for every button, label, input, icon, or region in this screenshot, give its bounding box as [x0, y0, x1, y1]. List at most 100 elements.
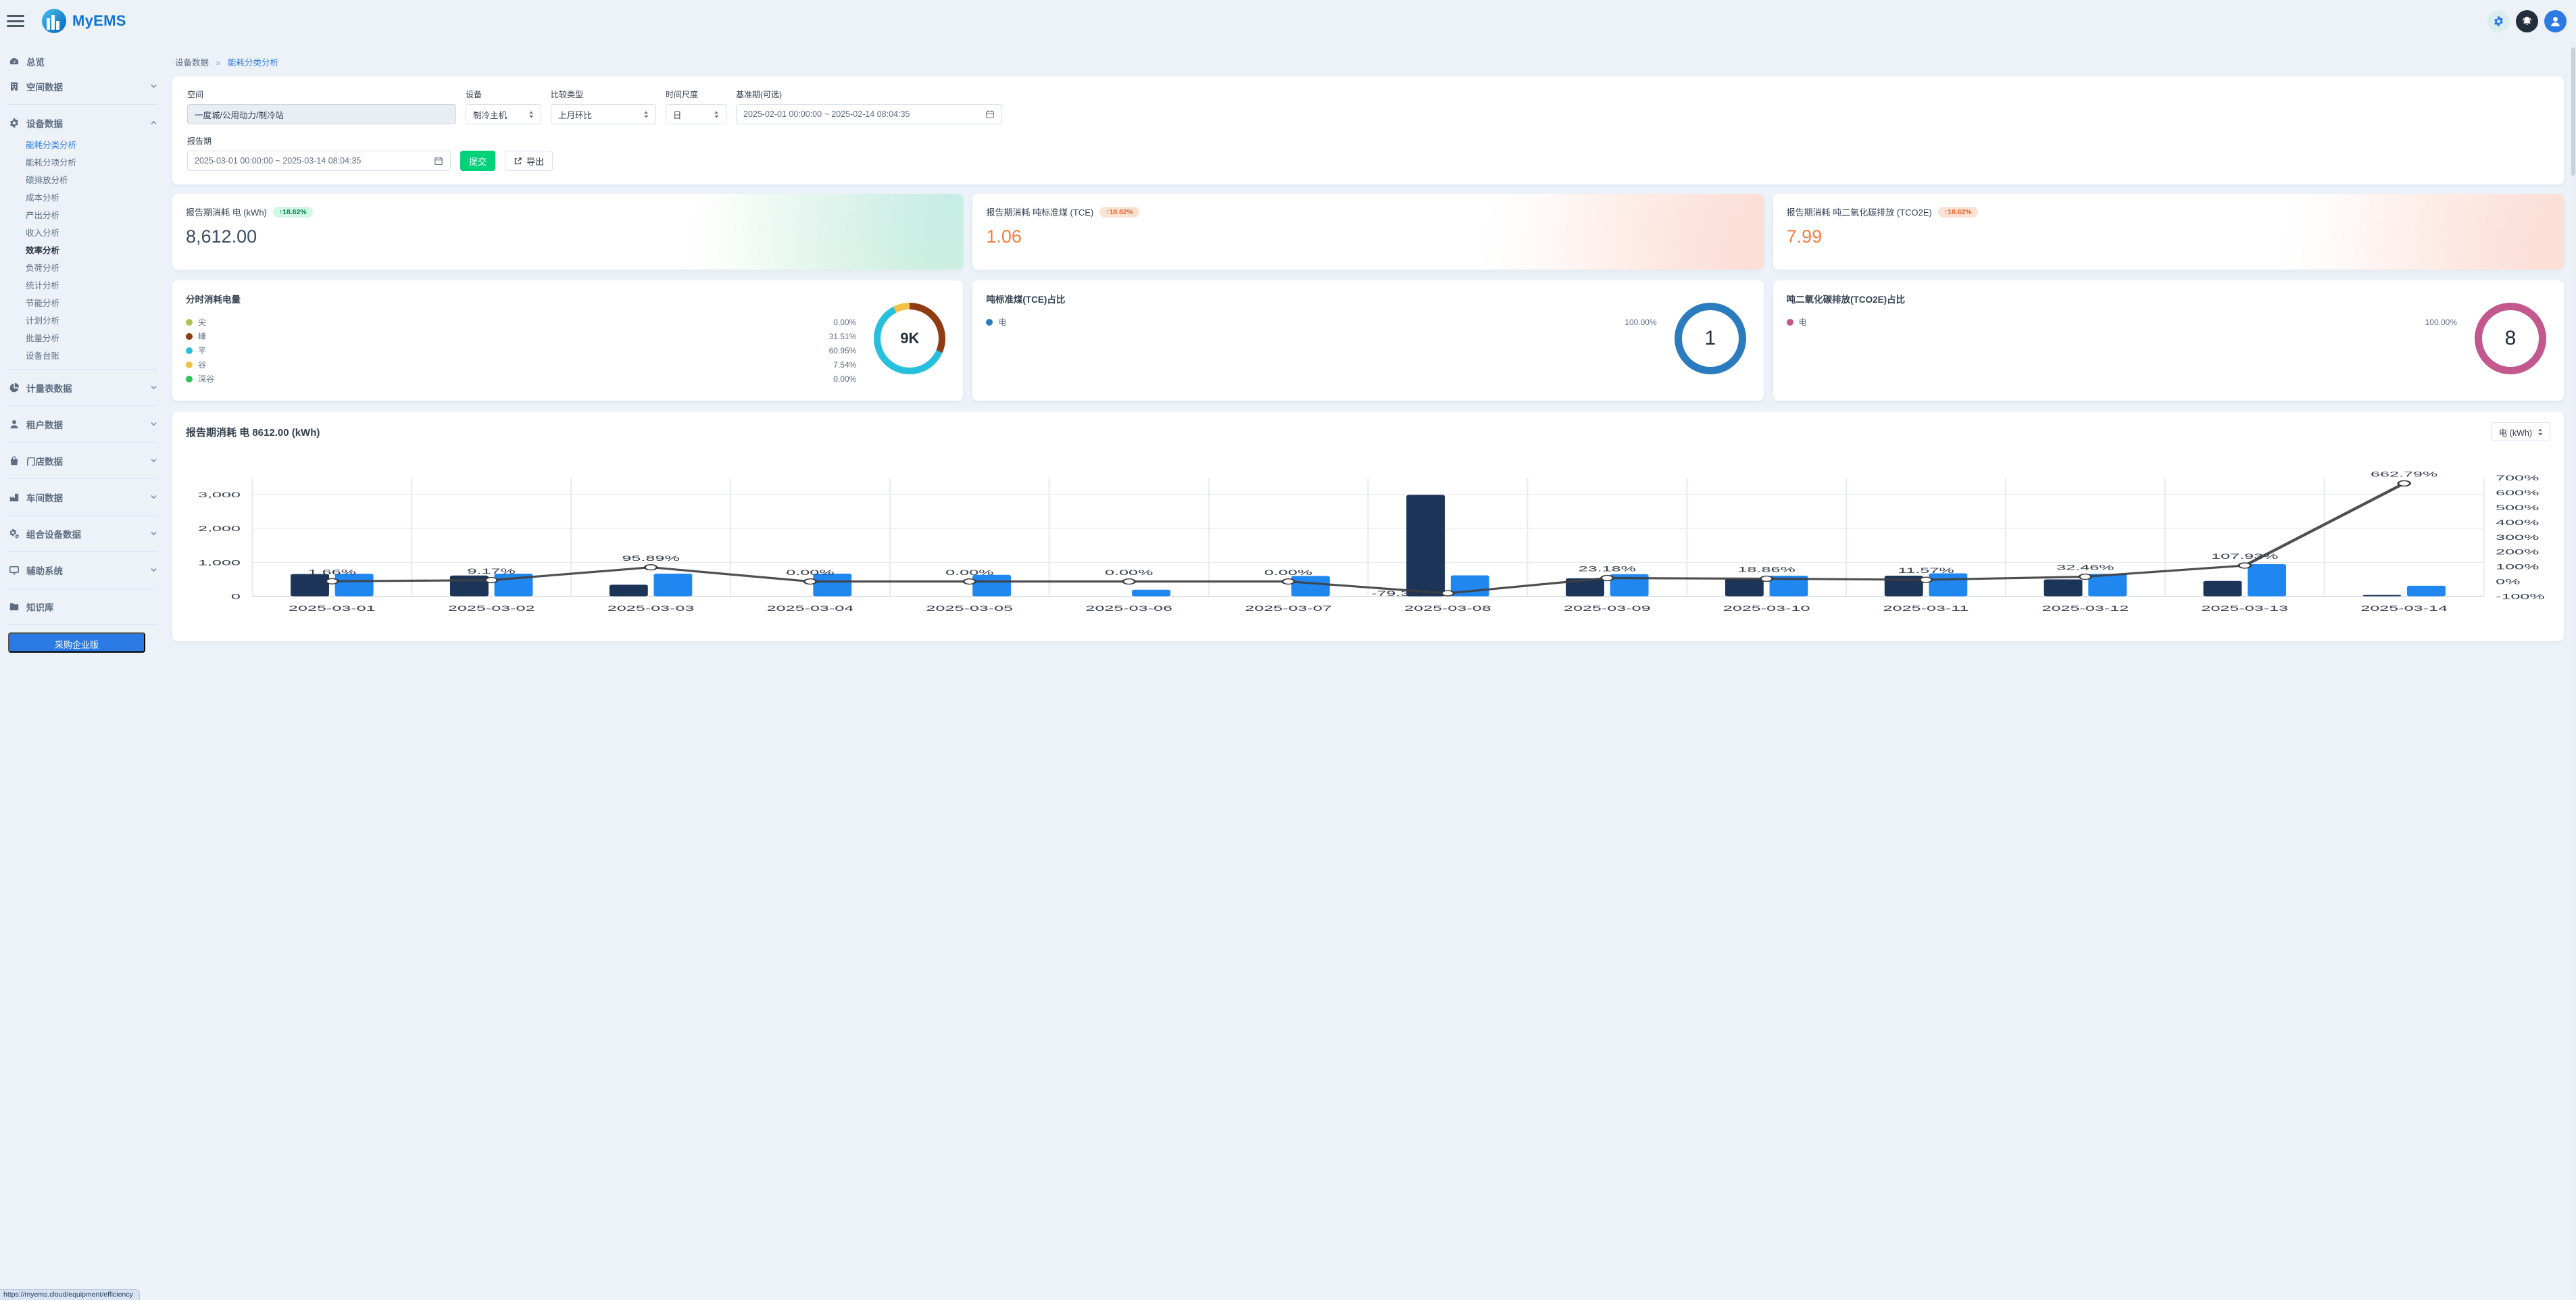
bar-report[interactable]: [335, 574, 374, 596]
line-marker[interactable]: [2079, 574, 2091, 580]
bar-base[interactable]: [1406, 495, 1445, 596]
legend-dot-icon: [186, 333, 193, 340]
space-input[interactable]: 一度城/公用动力/制冷站: [187, 104, 456, 124]
bar-line-chart[interactable]: 1.66%9.17%95.89%0.00%0.00%0.00%0.00%-79.…: [186, 447, 2550, 620]
sidebar-item[interactable]: 空间数据: [0, 74, 166, 99]
line-marker[interactable]: [326, 578, 338, 584]
sidebar-item[interactable]: 租户数据: [0, 411, 166, 436]
legend-row[interactable]: 电 100.00%: [986, 315, 1656, 329]
factory-icon: [8, 491, 20, 503]
equipment-select[interactable]: 制冷主机: [466, 104, 541, 124]
sidebar-item[interactable]: 组合设备数据: [0, 521, 166, 546]
sidebar-subitem-label: 能耗分类分析: [26, 138, 76, 151]
sidebar-subitem[interactable]: 节能分析: [0, 293, 166, 311]
sidebar-item[interactable]: 知识库: [0, 594, 166, 619]
line-marker[interactable]: [1283, 579, 1294, 584]
sidebar-subitem[interactable]: 负荷分析: [0, 258, 166, 276]
bar-report[interactable]: [2088, 574, 2127, 596]
sidebar-subitem[interactable]: 效率分析: [0, 241, 166, 258]
breadcrumb-parent[interactable]: 设备数据: [175, 58, 209, 68]
line-marker[interactable]: [2398, 480, 2410, 486]
legend-row[interactable]: 平 60.95%: [186, 343, 856, 357]
legend-row[interactable]: 尖 0.00%: [186, 315, 856, 329]
donut-legend: 电 100.00%: [986, 315, 1656, 329]
bar-report[interactable]: [1929, 574, 1967, 597]
sidebar-subitem[interactable]: 收入分析: [0, 223, 166, 241]
bar-report[interactable]: [813, 574, 851, 597]
gear-icon: [2493, 16, 2504, 27]
left-axis-tick: 0: [231, 593, 241, 601]
sidebar-item[interactable]: 总览: [0, 49, 166, 74]
base-period-input[interactable]: 2025-02-01 00:00:00 ~ 2025-02-14 08:04:3…: [736, 104, 1002, 124]
legend-row[interactable]: 峰 31.51%: [186, 329, 856, 343]
bar-report[interactable]: [653, 574, 692, 597]
line-marker[interactable]: [1442, 591, 1454, 596]
sidebar-subitem[interactable]: 碳排放分析: [0, 170, 166, 188]
notifications-button[interactable]: [2516, 10, 2538, 32]
bar-base[interactable]: [2044, 579, 2083, 596]
space-label: 空间: [187, 89, 456, 100]
equipment-label: 设备: [466, 89, 541, 100]
bar-report[interactable]: [2248, 564, 2286, 597]
scrollbar-thumb[interactable]: [2571, 47, 2575, 176]
sidebar-subitem[interactable]: 能耗分类分析: [0, 135, 166, 153]
line-marker[interactable]: [1760, 576, 1772, 582]
bar-report[interactable]: [1291, 576, 1330, 596]
sidebar-item[interactable]: 车间数据: [0, 484, 166, 509]
donut-chart[interactable]: 9K: [874, 303, 945, 374]
legend-percent: 31.51%: [829, 332, 857, 341]
chevron-down-icon: [150, 420, 157, 428]
comparison-type-select[interactable]: 上月环比: [551, 104, 656, 124]
reporting-period-input[interactable]: 2025-03-01 00:00:00 ~ 2025-03-14 08:04:3…: [187, 151, 451, 171]
bar-report[interactable]: [2407, 586, 2446, 597]
chart-unit-select[interactable]: 电 (kWh): [2492, 422, 2550, 441]
sidebar-subitem[interactable]: 产出分析: [0, 205, 166, 223]
sidebar-item[interactable]: 设备数据: [0, 110, 166, 135]
line-marker[interactable]: [1920, 577, 1931, 582]
hamburger-menu-icon[interactable]: [7, 15, 24, 27]
bar-report[interactable]: [1132, 590, 1170, 597]
bar-report[interactable]: [972, 575, 1011, 597]
buy-enterprise-button[interactable]: 采购企业版: [8, 632, 145, 653]
donut-legend: 尖 0.00% 峰 31.51% 平 60.95% 谷 7.54% 深谷 0.0…: [186, 315, 856, 386]
line-marker[interactable]: [804, 579, 816, 584]
sidebar-subitem[interactable]: 批量分析: [0, 328, 166, 346]
line-marker[interactable]: [1602, 576, 1613, 581]
base-period-label: 基准期(可选): [736, 89, 1002, 100]
brand-logo[interactable]: MyEMS: [42, 9, 126, 33]
breadcrumb-current[interactable]: 能耗分类分析: [228, 58, 278, 68]
donut-chart[interactable]: 1: [1675, 303, 1746, 374]
sidebar-subitem[interactable]: 设备台账: [0, 346, 166, 364]
line-marker[interactable]: [645, 565, 656, 570]
donut-chart[interactable]: 8: [2475, 303, 2546, 374]
user-avatar-button[interactable]: [2544, 10, 2567, 32]
settings-button[interactable]: [2487, 10, 2510, 32]
donut-center-value: 8: [2475, 303, 2546, 374]
bell-icon: [2521, 16, 2533, 27]
line-marker[interactable]: [1123, 579, 1135, 584]
period-type-select[interactable]: 日: [666, 104, 726, 124]
bar-base[interactable]: [291, 574, 329, 597]
submit-button[interactable]: 提交: [460, 151, 495, 171]
bar-base[interactable]: [450, 576, 489, 597]
bar-base[interactable]: [1725, 579, 1764, 597]
sidebar-item[interactable]: 辅助系统: [0, 557, 166, 582]
line-marker[interactable]: [485, 578, 497, 583]
sidebar-item[interactable]: 门店数据: [0, 448, 166, 473]
line-marker[interactable]: [2239, 563, 2250, 568]
sidebar-subitem[interactable]: 能耗分项分析: [0, 153, 166, 170]
legend-row[interactable]: 谷 7.54%: [186, 357, 856, 372]
bar-base[interactable]: [610, 584, 648, 596]
line-marker[interactable]: [964, 579, 975, 584]
legend-row[interactable]: 电 100.00%: [1787, 315, 2457, 329]
sidebar-subitem[interactable]: 成本分析: [0, 188, 166, 205]
sidebar-item[interactable]: 计量表数据: [0, 375, 166, 400]
legend-row[interactable]: 深谷 0.00%: [186, 372, 856, 386]
vertical-scrollbar[interactable]: [2571, 42, 2576, 1300]
bar-base[interactable]: [2204, 581, 2242, 597]
chevron-down-icon: [150, 530, 157, 537]
sidebar-subitem[interactable]: 统计分析: [0, 276, 166, 293]
bar-base[interactable]: [2362, 595, 2401, 596]
sidebar-subitem[interactable]: 计划分析: [0, 311, 166, 328]
export-button[interactable]: 导出: [505, 151, 553, 171]
